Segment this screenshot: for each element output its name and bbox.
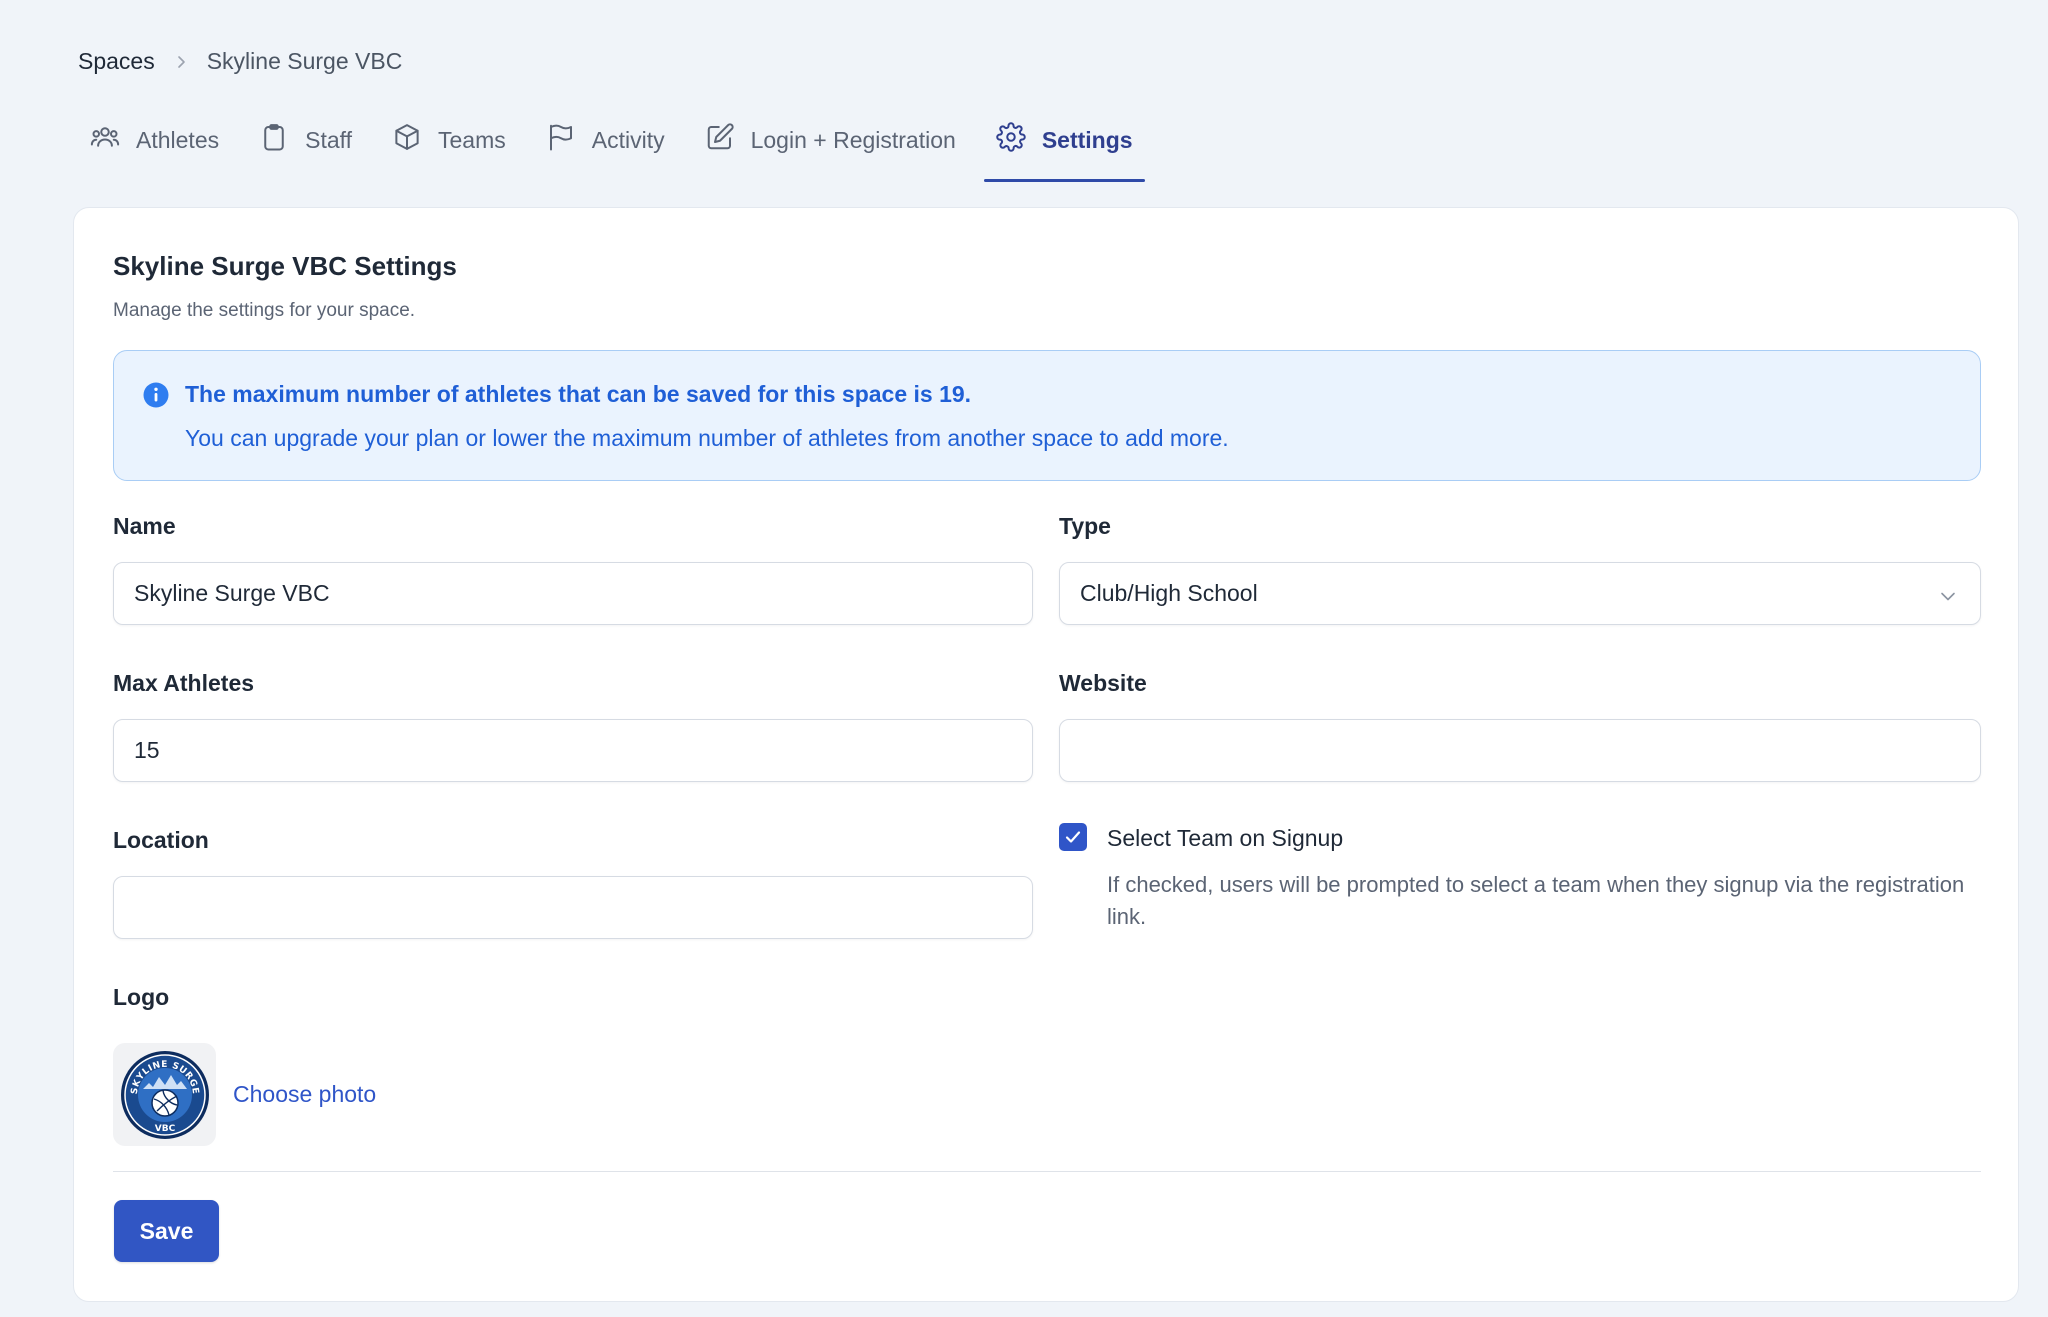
page-subtitle: Manage the settings for your space.: [113, 300, 416, 321]
tab-staff[interactable]: Staff: [247, 112, 364, 168]
clipboard-icon: [259, 122, 289, 158]
type-label: Type: [1059, 513, 1111, 539]
select-team-help: If checked, users will be prompted to se…: [1107, 872, 1965, 929]
save-button[interactable]: Save: [114, 1200, 219, 1262]
max-athletes-label: Max Athletes: [113, 670, 255, 696]
tab-staff-label: Staff: [305, 126, 352, 153]
notice-detail: You can upgrade your plan or lower the m…: [185, 425, 1229, 451]
tab-teams-label: Teams: [438, 126, 506, 153]
gear-icon: [996, 122, 1026, 158]
website-input[interactable]: [1059, 719, 1981, 782]
page-title: Skyline Surge VBC Settings: [113, 251, 457, 281]
max-athletes-input[interactable]: [113, 719, 1033, 782]
team-logo: SKYLINE SURGE VBC: [120, 1050, 209, 1139]
type-select[interactable]: Club/High School: [1059, 562, 1981, 625]
tab-login-registration-label: Login + Registration: [750, 126, 956, 153]
svg-text:VBC: VBC: [154, 1124, 175, 1134]
website-label: Website: [1059, 670, 1147, 696]
logo-label: Logo: [113, 984, 170, 1010]
divider: [113, 1171, 1981, 1172]
name-label: Name: [113, 513, 176, 539]
tab-athletes[interactable]: Athletes: [78, 112, 231, 168]
tab-teams[interactable]: Teams: [380, 112, 518, 168]
pencil-square-icon: [705, 122, 735, 158]
type-select-value: Club/High School: [1080, 580, 1258, 606]
choose-photo-link[interactable]: Choose photo: [233, 1081, 376, 1108]
info-icon: [142, 381, 170, 409]
users-icon: [90, 122, 120, 158]
settings-card: Skyline Surge VBC Settings Manage the se…: [73, 207, 2019, 1302]
tab-activity-label: Activity: [591, 126, 665, 153]
flag-icon: [546, 122, 576, 158]
name-input[interactable]: [113, 562, 1033, 625]
location-input[interactable]: [113, 876, 1033, 939]
breadcrumb-spaces-link[interactable]: Spaces: [78, 48, 155, 75]
select-team-checkbox[interactable]: [1059, 823, 1087, 851]
select-team-label: Select Team on Signup: [1107, 825, 1344, 851]
breadcrumb: Spaces Skyline Surge VBC: [78, 48, 402, 75]
tab-athletes-label: Athletes: [136, 126, 220, 153]
tab-activity[interactable]: Activity: [534, 112, 677, 168]
tab-settings[interactable]: Settings: [983, 112, 1145, 182]
logo-preview: SKYLINE SURGE VBC: [113, 1043, 216, 1146]
chevron-right-icon: [173, 54, 189, 70]
tab-bar: Athletes Staff Teams Activity Login + Re…: [78, 112, 1161, 182]
cube-icon: [392, 122, 422, 158]
notice-headline: The maximum number of athletes that can …: [185, 381, 972, 407]
breadcrumb-current: Skyline Surge VBC: [206, 48, 403, 74]
checkmark-icon: [1065, 831, 1081, 843]
athlete-limit-notice: The maximum number of athletes that can …: [113, 350, 1981, 481]
location-label: Location: [113, 827, 209, 853]
tab-login-registration[interactable]: Login + Registration: [693, 112, 968, 168]
tab-settings-label: Settings: [1041, 126, 1133, 153]
chevron-down-icon: [1938, 585, 1958, 605]
